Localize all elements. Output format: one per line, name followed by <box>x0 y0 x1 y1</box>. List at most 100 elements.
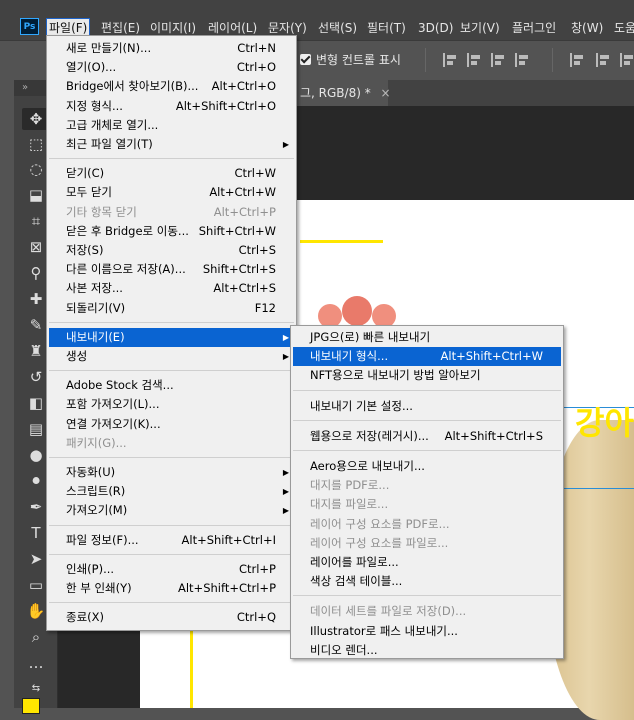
align-horizontal-centers-icon[interactable] <box>467 53 481 67</box>
menu-item-label: 패키지(G)... <box>66 435 127 450</box>
flower-illustration <box>342 296 372 326</box>
distribute-bottom-icon[interactable] <box>620 53 634 67</box>
menu-item-shortcut: Shift+Ctrl+W <box>198 223 276 238</box>
close-icon[interactable]: × <box>381 86 391 100</box>
menu-item[interactable]: 최근 파일 열기(T) ▶ <box>49 135 294 154</box>
menu-item-label: 가져오기(M) <box>66 503 128 518</box>
menu-item[interactable]: 모두 닫기 Alt+Ctrl+W <box>49 183 294 202</box>
menu-item-label: Bridge에서 찾아보기(B)... <box>66 79 199 94</box>
menu-item[interactable]: Bridge에서 찾아보기(B)... Alt+Ctrl+O <box>49 77 294 96</box>
options-divider <box>425 48 426 72</box>
menu-item-label: Aero용으로 내보내기... <box>310 459 425 473</box>
menu-item[interactable]: NFT용으로 내보내기 방법 알아보기 <box>293 366 561 385</box>
menu-item-label: 되돌리기(V) <box>66 300 126 315</box>
menu-item[interactable]: 포함 가져오기(L)... <box>49 395 294 414</box>
menu-item-label: Adobe Stock 검색... <box>66 378 174 393</box>
guide-line <box>563 488 634 489</box>
menu-item[interactable]: 연결 가져오기(K)... <box>49 415 294 434</box>
menu-item[interactable]: 파일 정보(F)... Alt+Shift+Ctrl+I <box>49 531 294 550</box>
submenu-arrow-icon: ▶ <box>282 468 289 477</box>
menu-item[interactable]: 고급 개체로 열기... <box>49 116 294 135</box>
distribute-middle-icon[interactable] <box>596 53 610 67</box>
menu-item-shortcut: Alt+Shift+Ctrl+S <box>444 428 543 443</box>
menu-item-label: 닫기(C) <box>66 166 105 181</box>
menu-item[interactable]: 저장(S) Ctrl+S <box>49 241 294 260</box>
document-tab[interactable]: 그, RGB/8) * × <box>296 80 391 106</box>
menu-item: 레이어 구성 요소를 파일로... <box>293 534 561 553</box>
menu-separator <box>49 602 294 604</box>
menu-item-label: 비디오 렌더... <box>310 642 378 657</box>
submenu-arrow-icon: ▶ <box>282 140 289 149</box>
menu-item: 대지를 PDF로... <box>293 476 561 495</box>
menubar-item[interactable]: 3D(D) <box>418 18 453 38</box>
menubar-item[interactable]: 창(W) <box>571 18 603 38</box>
menu-item[interactable]: Illustrator로 패스 내보내기... <box>293 622 561 641</box>
more-tools-icon[interactable]: … <box>22 652 50 674</box>
menubar-item[interactable]: 플러그인 <box>512 18 556 38</box>
menu-item-label: 내보내기 형식... <box>310 349 389 364</box>
menu-item-label: 열기(O)... <box>66 60 117 75</box>
align-top-edges-icon[interactable] <box>515 53 529 67</box>
menubar-item[interactable]: 필터(T) <box>367 18 406 38</box>
swap-colors-icon[interactable]: ⇆ <box>22 678 50 700</box>
menu-item-shortcut: F12 <box>254 300 276 315</box>
menu-item-label: 자동화(U) <box>66 465 116 479</box>
menu-item[interactable]: 지정 형식... Alt+Shift+Ctrl+O <box>49 97 294 116</box>
menu-item[interactable]: 레이어를 파일로... <box>293 553 561 572</box>
menu-item[interactable]: 웹용으로 저장(레거시)... Alt+Shift+Ctrl+S <box>293 427 561 446</box>
menubar-item[interactable]: 보기(V) <box>460 18 500 38</box>
menu-item[interactable]: Adobe Stock 검색... <box>49 376 294 395</box>
menu-item[interactable]: 가져오기(M) ▶ <box>49 501 294 520</box>
menu-item[interactable]: 닫기(C) Ctrl+W <box>49 164 294 183</box>
menu-item[interactable]: 사본 저장... Alt+Ctrl+S <box>49 279 294 298</box>
menu-item[interactable]: 자동화(U) ▶ <box>49 463 294 482</box>
menu-item[interactable]: JPG으(로) 빠른 내보내기 <box>293 328 561 347</box>
menu-item-shortcut: Alt+Shift+Ctrl+P <box>177 581 276 595</box>
menu-item-label: 레이어 구성 요소를 PDF로... <box>310 516 450 531</box>
menu-item[interactable]: 내보내기(E) ▶ <box>49 327 294 347</box>
distribute-top-icon[interactable] <box>570 53 584 67</box>
menu-item[interactable]: Aero용으로 내보내기... <box>293 457 561 476</box>
menu-item[interactable]: 한 부 인쇄(Y) Alt+Shift+Ctrl+P <box>49 579 294 598</box>
menu-item[interactable]: 종료(X) Ctrl+Q <box>49 608 294 627</box>
submenu-arrow-icon: ▶ <box>282 352 289 361</box>
menubar-item[interactable]: 도움 <box>614 18 634 38</box>
align-left-edges-icon[interactable] <box>443 53 457 67</box>
file-menu: 새로 만들기(N)... Ctrl+N 열기(O)... Ctrl+O Bridge에서… <box>46 35 297 631</box>
menu-item[interactable]: 되돌리기(V) F12 <box>49 299 294 318</box>
menu-item-label: 대지를 파일로... <box>310 497 389 512</box>
menu-item-label: 내보내기(E) <box>66 329 125 344</box>
menu-separator <box>293 595 561 597</box>
photoshop-logo-icon[interactable]: Ps <box>20 18 39 35</box>
foreground-color-swatch[interactable] <box>22 698 40 714</box>
menu-item-shortcut: Alt+Ctrl+O <box>211 79 276 94</box>
menu-item-label: 고급 개체로 열기... <box>66 117 159 132</box>
menu-separator <box>49 524 294 526</box>
menu-item-label: 인쇄(P)... <box>66 561 115 576</box>
menu-item[interactable]: 스크립트(R) ▶ <box>49 482 294 501</box>
menu-item[interactable]: 내보내기 형식... Alt+Shift+Ctrl+W <box>293 347 561 367</box>
menu-separator <box>49 553 294 555</box>
menu-item-shortcut: Alt+Shift+Ctrl+O <box>175 98 276 113</box>
menu-item[interactable]: 닫은 후 Bridge로 이동... Shift+Ctrl+W <box>49 222 294 241</box>
menu-item[interactable]: 비디오 렌더... <box>293 641 561 660</box>
transform-controls-checkbox[interactable] <box>300 54 311 65</box>
menu-item[interactable]: 색상 검색 테이블... <box>293 572 561 591</box>
menu-item[interactable]: 새로 만들기(N)... Ctrl+N <box>49 39 294 58</box>
menu-item[interactable]: 다른 이름으로 저장(A)... Shift+Ctrl+S <box>49 260 294 279</box>
menu-item-shortcut: Ctrl+W <box>234 166 276 181</box>
menu-item-label: 생성 <box>66 349 88 363</box>
menu-item-label: 레이어를 파일로... <box>310 555 399 569</box>
align-right-edges-icon[interactable] <box>491 53 505 67</box>
submenu-arrow-icon: ▶ <box>282 332 289 342</box>
menu-item-shortcut: Alt+Ctrl+P <box>213 204 276 219</box>
menu-item[interactable]: 내보내기 기본 설정... <box>293 397 561 416</box>
menu-item-label: 한 부 인쇄(Y) <box>66 581 132 595</box>
menu-item-shortcut: Ctrl+P <box>238 561 276 576</box>
menu-item[interactable]: 생성 ▶ <box>49 347 294 366</box>
menu-item[interactable]: 열기(O)... Ctrl+O <box>49 58 294 77</box>
menu-item[interactable]: 인쇄(P)... Ctrl+P <box>49 560 294 579</box>
menu-item-shortcut: Ctrl+Q <box>236 610 276 625</box>
menu-item-shortcut: Alt+Ctrl+W <box>209 185 276 200</box>
menubar-item[interactable]: 선택(S) <box>318 18 357 38</box>
